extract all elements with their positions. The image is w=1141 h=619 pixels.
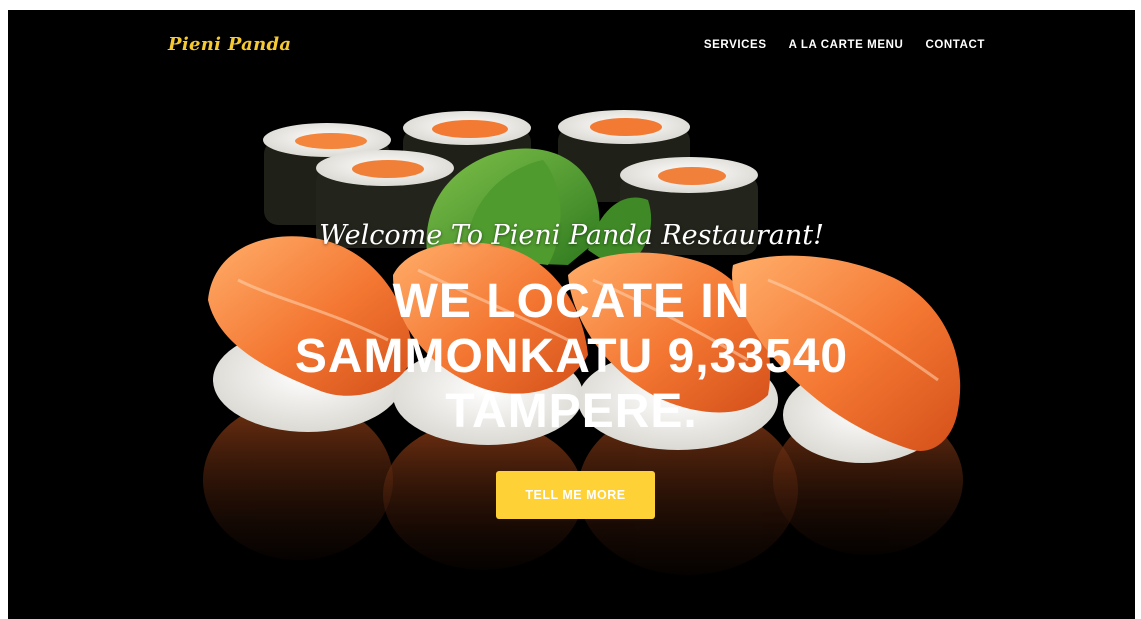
nav-item-contact[interactable]: CONTACT xyxy=(925,39,985,51)
tell-me-more-button[interactable]: TELL ME MORE xyxy=(496,471,655,519)
nav-item-a-la-carte-menu[interactable]: A LA CARTE MENU xyxy=(789,39,904,51)
intro-heading-line: WE LOCATE IN xyxy=(392,275,751,328)
intro-lead-heading: Welcome To Pieni Panda Restaurant! xyxy=(319,220,824,251)
nav-menu: SERVICES A LA CARTE MENU CONTACT xyxy=(704,39,985,51)
nav-item-services[interactable]: SERVICES xyxy=(704,39,767,51)
intro-heading: WE LOCATE IN SAMMONKATU 9,33540 TAMPERE. xyxy=(8,274,1135,439)
hero-section: Pieni Panda SERVICES A LA CARTE MENU CON… xyxy=(8,10,1135,619)
intro-heading-line: SAMMONKATU 9,33540 xyxy=(294,330,849,383)
navbar: Pieni Panda SERVICES A LA CARTE MENU CON… xyxy=(8,10,1135,82)
brand-logo[interactable]: Pieni Panda xyxy=(168,34,291,55)
intro-heading-line: TAMPERE. xyxy=(445,385,698,438)
